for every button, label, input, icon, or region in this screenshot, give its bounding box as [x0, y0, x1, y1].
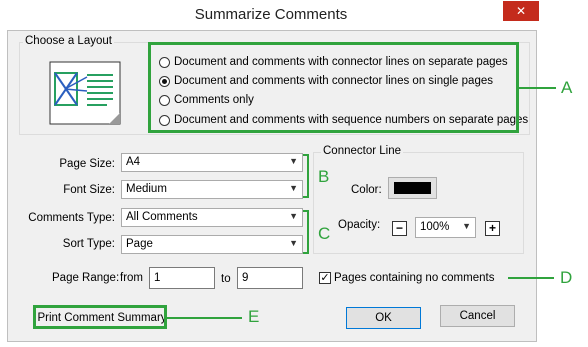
callout-bracket-b-top: [303, 154, 309, 156]
callout-line-e: [167, 317, 242, 319]
page-range-to-value: 9: [242, 272, 249, 284]
opacity-select[interactable]: 100% ▼: [415, 217, 476, 238]
callout-box-e: [33, 305, 167, 329]
opacity-label: Opacity:: [338, 219, 381, 231]
page-size-value: A4: [126, 156, 141, 168]
cancel-label: Cancel: [459, 310, 496, 322]
chevron-down-icon: ▼: [289, 183, 298, 193]
chevron-down-icon: ▼: [289, 156, 298, 166]
page-range-from-input[interactable]: 1: [149, 267, 215, 289]
callout-label-c: C: [318, 224, 331, 243]
page-range-from-label: from: [120, 272, 143, 284]
callout-label-d: D: [560, 268, 573, 287]
callout-label-b: B: [318, 167, 330, 186]
no-comments-checkbox[interactable]: ✓: [319, 272, 331, 284]
chevron-down-icon: ▼: [289, 211, 298, 221]
comments-type-label: Comments Type:: [28, 212, 115, 224]
page-range-to-label: to: [221, 273, 231, 285]
connector-line-title: Connector Line: [321, 145, 403, 157]
page-size-label: Page Size:: [59, 158, 115, 170]
callout-bracket-b-bottom: [303, 196, 309, 198]
callout-line-d: [508, 277, 554, 279]
callout-bracket-c-top: [303, 210, 309, 212]
comments-type-select[interactable]: All Comments ▼: [121, 208, 303, 227]
callout-bracket-c-bottom: [303, 252, 309, 254]
checkmark-icon: ✓: [320, 272, 330, 284]
callout-label-e: E: [248, 307, 260, 326]
sort-type-select[interactable]: Page ▼: [121, 235, 303, 254]
page-range-to-input[interactable]: 9: [237, 267, 303, 289]
font-size-value: Medium: [126, 183, 167, 195]
opacity-decrease-button[interactable]: −: [392, 221, 407, 236]
opacity-increase-button[interactable]: +: [485, 221, 500, 236]
close-button[interactable]: ✕: [503, 1, 539, 21]
callout-box-a: [148, 42, 519, 133]
cancel-button[interactable]: Cancel: [440, 305, 515, 327]
ok-label: OK: [375, 312, 392, 324]
layout-group-title: Choose a Layout: [23, 35, 114, 47]
plus-icon: +: [488, 221, 496, 235]
connector-line-group: Connector Line Color: Opacity: − 100% ▼ …: [313, 145, 524, 254]
chevron-down-icon: ▼: [289, 238, 298, 248]
sort-type-value: Page: [126, 238, 153, 250]
layout-preview-icon: [49, 61, 121, 125]
font-size-label: Font Size:: [63, 184, 115, 196]
callout-line-a: [519, 87, 556, 89]
close-icon: ✕: [515, 4, 527, 18]
sort-type-label: Sort Type:: [62, 238, 115, 250]
page-size-select[interactable]: A4 ▼: [121, 153, 303, 172]
page-range-from-value: 1: [154, 272, 161, 284]
callout-label-a: A: [561, 78, 573, 97]
title-bar[interactable]: Summarize Comments ✕: [0, 0, 542, 30]
chevron-down-icon: ▼: [462, 221, 471, 231]
callout-bracket-c: [307, 210, 309, 254]
ok-button[interactable]: OK: [346, 307, 421, 329]
minus-icon: −: [395, 221, 403, 235]
color-picker-button[interactable]: [388, 177, 437, 199]
font-size-select[interactable]: Medium ▼: [121, 180, 303, 199]
color-label: Color:: [351, 184, 382, 196]
color-swatch: [394, 182, 431, 194]
opacity-value: 100%: [420, 221, 450, 233]
callout-bracket-b: [307, 154, 309, 198]
no-comments-label[interactable]: Pages containing no comments: [334, 272, 494, 284]
dialog-title: Summarize Comments: [194, 6, 348, 23]
comments-type-value: All Comments: [126, 211, 198, 223]
page-range-label: Page Range:: [52, 272, 120, 284]
